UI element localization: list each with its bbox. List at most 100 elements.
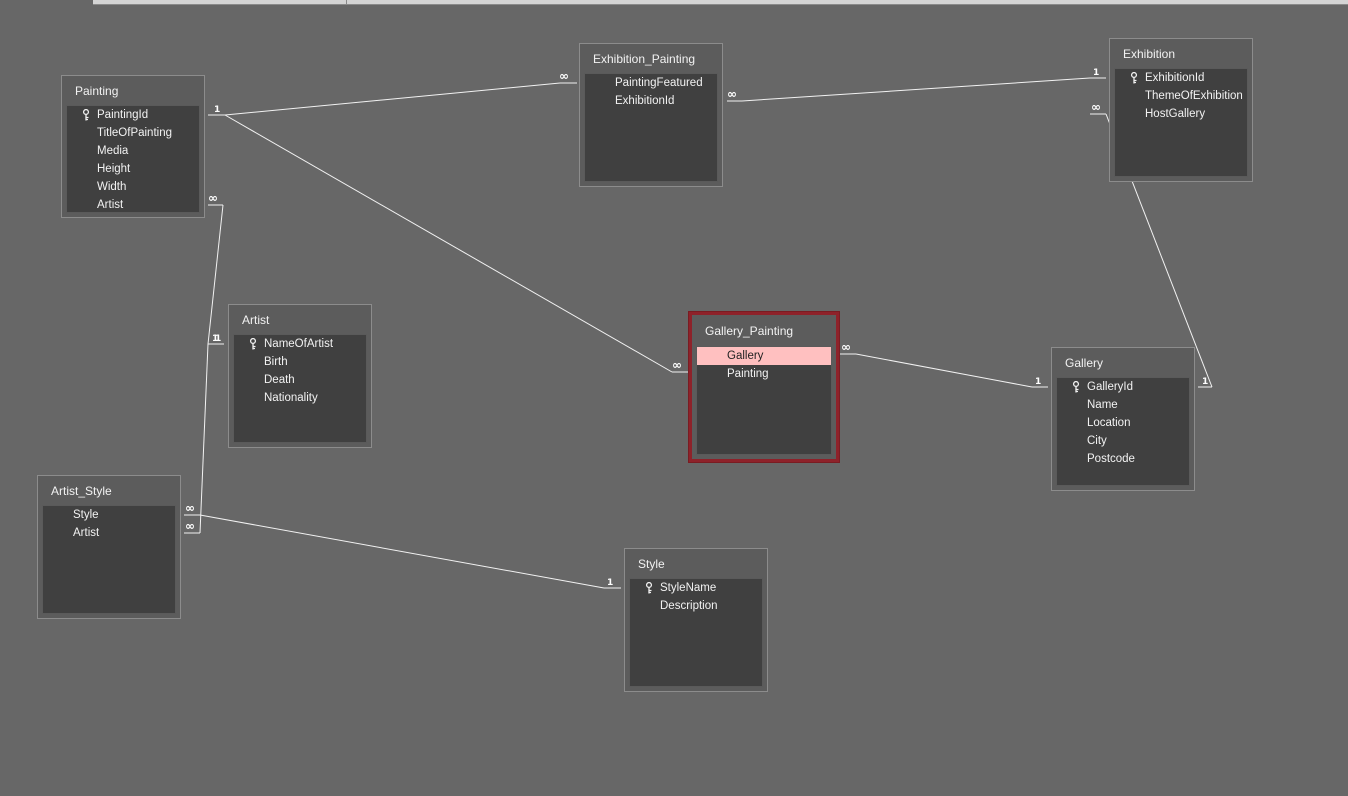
field-label: HostGallery <box>1145 108 1206 120</box>
table-artist-style[interactable]: Artist_Style Style Artist <box>37 475 181 619</box>
many-label: ∞ <box>185 519 195 533</box>
table-exhibition[interactable]: Exhibition ExhibitionId ThemeOfExhibitio… <box>1109 38 1253 182</box>
field-label: GalleryId <box>1087 381 1134 393</box>
field-list: PaintingId TitleOfPainting Media Height … <box>66 105 200 213</box>
table-painting[interactable]: Painting PaintingId TitleOfPainting Medi… <box>61 75 205 218</box>
many-label: ∞ <box>185 501 195 515</box>
relationship-exhibition-exhibition-painting[interactable]: ∞ 1 <box>727 68 1106 102</box>
field-label: Name <box>1087 399 1118 411</box>
table-title[interactable]: Gallery <box>1065 355 1103 371</box>
field-list: Style Artist <box>42 505 176 614</box>
relationship-style-artist-style[interactable]: ∞ 1 <box>184 501 621 589</box>
table-title[interactable]: Gallery_Painting <box>705 323 793 339</box>
many-label: ∞ <box>841 340 851 354</box>
one-label: 1 <box>214 105 220 115</box>
field-label: ExhibitionId <box>615 95 675 107</box>
field-label: Description <box>660 600 718 612</box>
field-paintingfeatured[interactable]: PaintingFeatured <box>585 74 717 92</box>
table-title[interactable]: Artist_Style <box>51 483 112 499</box>
field-label: Nationality <box>264 392 318 404</box>
table-style[interactable]: Style StyleName Description <box>624 548 768 692</box>
field-titleofpainting[interactable]: TitleOfPainting <box>67 124 199 142</box>
field-death[interactable]: Death <box>234 371 366 389</box>
field-themeofexhibition[interactable]: ThemeOfExhibition <box>1115 87 1247 105</box>
field-exhibitionid[interactable]: ExhibitionId <box>1115 69 1247 87</box>
field-label: Postcode <box>1087 453 1135 465</box>
field-label: Birth <box>264 356 288 368</box>
field-label: PaintingId <box>97 109 149 121</box>
relationship-painting-exhibition-painting[interactable]: 1 ∞ <box>208 69 577 116</box>
field-stylename[interactable]: StyleName <box>630 579 762 597</box>
one-label: 1 <box>215 334 221 344</box>
table-gallery[interactable]: Gallery GalleryId Name Location City Pos… <box>1051 347 1195 491</box>
key-icon <box>249 338 257 350</box>
field-media[interactable]: Media <box>67 142 199 160</box>
key-icon <box>645 582 653 594</box>
many-label: ∞ <box>559 69 569 83</box>
field-label: Gallery <box>727 350 764 362</box>
field-label: Painting <box>727 368 769 380</box>
field-exhibitionid[interactable]: ExhibitionId <box>585 92 717 110</box>
field-location[interactable]: Location <box>1057 414 1189 432</box>
field-label: StyleName <box>660 582 717 594</box>
many-label: ∞ <box>672 358 682 372</box>
field-label: Location <box>1087 417 1131 429</box>
field-nationality[interactable]: Nationality <box>234 389 366 407</box>
field-list: PaintingFeatured ExhibitionId <box>584 73 718 182</box>
key-icon <box>1130 72 1138 84</box>
table-artist[interactable]: Artist NameOfArtist Birth Death National… <box>228 304 372 448</box>
field-label: Style <box>73 509 99 521</box>
one-label: 1 <box>1202 377 1208 387</box>
relationship-artist-painting[interactable]: ∞ 1 <box>207 191 224 345</box>
table-title[interactable]: Painting <box>75 83 118 99</box>
key-icon <box>1072 381 1080 393</box>
field-birth[interactable]: Birth <box>234 353 366 371</box>
table-exhibition-painting[interactable]: Exhibition_Painting PaintingFeatured Exh… <box>579 43 723 187</box>
table-title[interactable]: Exhibition_Painting <box>593 51 695 67</box>
field-label: Artist <box>97 199 124 211</box>
field-galleryid[interactable]: GalleryId <box>1057 378 1189 396</box>
field-label: Death <box>264 374 295 386</box>
field-city[interactable]: City <box>1057 432 1189 450</box>
field-list: GalleryId Name Location City Postcode <box>1056 377 1190 486</box>
field-label: TitleOfPainting <box>97 127 172 139</box>
field-paintingid[interactable]: PaintingId <box>67 106 199 124</box>
field-name[interactable]: Name <box>1057 396 1189 414</box>
one-label: 1 <box>607 578 613 588</box>
field-label: Height <box>97 163 131 175</box>
field-label: ThemeOfExhibition <box>1145 90 1243 102</box>
many-label: ∞ <box>1091 100 1101 114</box>
table-title[interactable]: Artist <box>242 312 269 328</box>
relationship-gallery-gallery-painting[interactable]: ∞ 1 <box>840 340 1048 388</box>
field-style[interactable]: Style <box>43 506 175 524</box>
field-painting[interactable]: Painting <box>697 365 831 383</box>
field-description[interactable]: Description <box>630 597 762 615</box>
field-list: NameOfArtist Birth Death Nationality <box>233 334 367 443</box>
field-label: Media <box>97 145 129 157</box>
many-label: ∞ <box>208 191 218 205</box>
field-postcode[interactable]: Postcode <box>1057 450 1189 468</box>
field-nameofartist[interactable]: NameOfArtist <box>234 335 366 353</box>
field-hostgallery[interactable]: HostGallery <box>1115 105 1247 123</box>
one-label: 1 <box>1035 377 1041 387</box>
field-width[interactable]: Width <box>67 178 199 196</box>
field-label: Width <box>97 181 127 193</box>
field-label: ExhibitionId <box>1145 72 1205 84</box>
field-label: NameOfArtist <box>264 338 334 350</box>
field-list: ExhibitionId ThemeOfExhibition HostGalle… <box>1114 68 1248 177</box>
field-label: PaintingFeatured <box>615 77 703 89</box>
field-artist[interactable]: Artist <box>43 524 175 542</box>
field-list: StyleName Description <box>629 578 763 687</box>
field-label: City <box>1087 435 1107 447</box>
field-artist[interactable]: Artist <box>67 196 199 214</box>
table-gallery-painting[interactable]: Gallery_Painting Gallery Painting <box>689 312 839 462</box>
table-title[interactable]: Style <box>638 556 665 572</box>
field-label: Artist <box>73 527 100 539</box>
field-list: Gallery Painting <box>696 346 832 455</box>
field-height[interactable]: Height <box>67 160 199 178</box>
many-label: ∞ <box>727 87 737 101</box>
field-gallery[interactable]: Gallery <box>697 347 831 365</box>
key-icon <box>82 109 90 121</box>
one-label: 1 <box>1093 68 1099 78</box>
table-title[interactable]: Exhibition <box>1123 46 1175 62</box>
